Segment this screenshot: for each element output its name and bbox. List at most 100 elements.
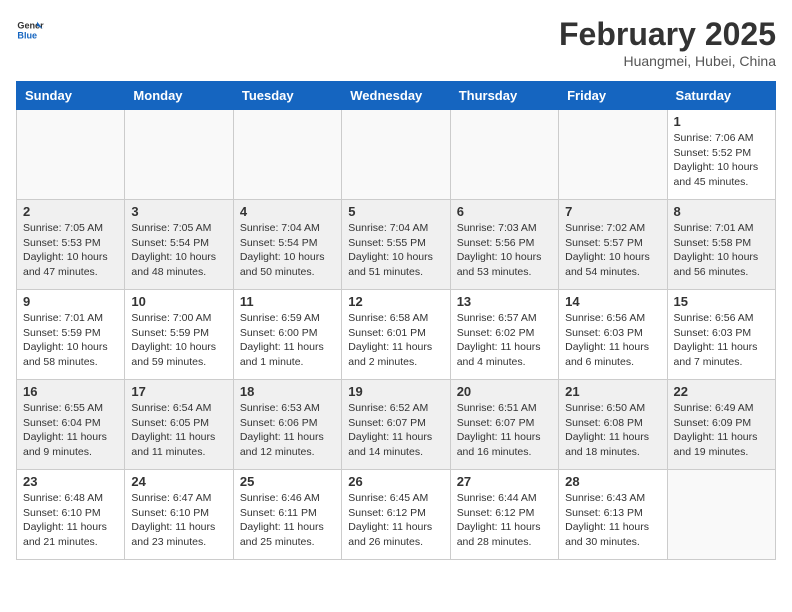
logo-icon: General Blue (16, 16, 44, 44)
day-info: Sunrise: 7:04 AM Sunset: 5:55 PM Dayligh… (348, 221, 443, 280)
day-number: 21 (565, 384, 660, 399)
day-info: Sunrise: 7:05 AM Sunset: 5:54 PM Dayligh… (131, 221, 226, 280)
day-info: Sunrise: 6:51 AM Sunset: 6:07 PM Dayligh… (457, 401, 552, 460)
calendar-cell: 28 Sunrise: 6:43 AM Sunset: 6:13 PM Dayli… (559, 470, 667, 560)
day-info: Sunrise: 6:56 AM Sunset: 6:03 PM Dayligh… (674, 311, 769, 370)
calendar-cell: 5 Sunrise: 7:04 AM Sunset: 5:55 PM Daylig… (342, 200, 450, 290)
calendar-cell: 26 Sunrise: 6:45 AM Sunset: 6:12 PM Dayli… (342, 470, 450, 560)
day-number: 8 (674, 204, 769, 219)
day-info: Sunrise: 6:52 AM Sunset: 6:07 PM Dayligh… (348, 401, 443, 460)
calendar-cell: 14Sunrise: 6:56 AM Sunset: 6:03 PM Dayli… (559, 290, 667, 380)
calendar-cell (667, 470, 775, 560)
day-number: 20 (457, 384, 552, 399)
calendar-cell: 7Sunrise: 7:02 AM Sunset: 5:57 PM Daylig… (559, 200, 667, 290)
calendar-cell: 19 Sunrise: 6:52 AM Sunset: 6:07 PM Dayli… (342, 380, 450, 470)
day-number: 4 (240, 204, 335, 219)
day-info: Sunrise: 7:01 AM Sunset: 5:58 PM Dayligh… (674, 221, 769, 280)
day-header-saturday: Saturday (667, 82, 775, 110)
day-info: Sunrise: 6:56 AM Sunset: 6:03 PM Dayligh… (565, 311, 660, 370)
calendar-header-row: SundayMondayTuesdayWednesdayThursdayFrid… (17, 82, 776, 110)
calendar-cell: 23 Sunrise: 6:48 AM Sunset: 6:10 PM Dayli… (17, 470, 125, 560)
calendar-cell: 17 Sunrise: 6:54 AM Sunset: 6:05 PM Dayli… (125, 380, 233, 470)
day-info: Sunrise: 6:54 AM Sunset: 6:05 PM Dayligh… (131, 401, 226, 460)
calendar-cell: 21 Sunrise: 6:50 AM Sunset: 6:08 PM Dayli… (559, 380, 667, 470)
calendar-cell: 15 Sunrise: 6:56 AM Sunset: 6:03 PM Dayli… (667, 290, 775, 380)
day-number: 13 (457, 294, 552, 309)
title-section: February 2025 Huangmei, Hubei, China (559, 16, 776, 69)
day-info: Sunrise: 6:48 AM Sunset: 6:10 PM Dayligh… (23, 491, 118, 550)
calendar-cell (125, 110, 233, 200)
day-number: 17 (131, 384, 226, 399)
svg-text:Blue: Blue (17, 30, 37, 40)
calendar-cell: 1 Sunrise: 7:06 AM Sunset: 5:52 PM Daylig… (667, 110, 775, 200)
day-info: Sunrise: 7:04 AM Sunset: 5:54 PM Dayligh… (240, 221, 335, 280)
day-number: 15 (674, 294, 769, 309)
day-info: Sunrise: 6:57 AM Sunset: 6:02 PM Dayligh… (457, 311, 552, 370)
day-header-sunday: Sunday (17, 82, 125, 110)
calendar-week-0: 1 Sunrise: 7:06 AM Sunset: 5:52 PM Daylig… (17, 110, 776, 200)
day-number: 19 (348, 384, 443, 399)
calendar-cell: 11Sunrise: 6:59 AM Sunset: 6:00 PM Dayli… (233, 290, 341, 380)
day-number: 22 (674, 384, 769, 399)
calendar-cell: 27 Sunrise: 6:44 AM Sunset: 6:12 PM Dayli… (450, 470, 558, 560)
calendar-cell: 2Sunrise: 7:05 AM Sunset: 5:53 PM Daylig… (17, 200, 125, 290)
location: Huangmei, Hubei, China (559, 53, 776, 69)
day-info: Sunrise: 6:50 AM Sunset: 6:08 PM Dayligh… (565, 401, 660, 460)
calendar-week-3: 16Sunrise: 6:55 AM Sunset: 6:04 PM Dayli… (17, 380, 776, 470)
calendar-cell (342, 110, 450, 200)
calendar-cell: 20 Sunrise: 6:51 AM Sunset: 6:07 PM Dayli… (450, 380, 558, 470)
calendar-cell: 16Sunrise: 6:55 AM Sunset: 6:04 PM Dayli… (17, 380, 125, 470)
day-info: Sunrise: 6:46 AM Sunset: 6:11 PM Dayligh… (240, 491, 335, 550)
day-info: Sunrise: 6:44 AM Sunset: 6:12 PM Dayligh… (457, 491, 552, 550)
calendar-cell: 6 Sunrise: 7:03 AM Sunset: 5:56 PM Daylig… (450, 200, 558, 290)
day-number: 12 (348, 294, 443, 309)
calendar-table: SundayMondayTuesdayWednesdayThursdayFrid… (16, 81, 776, 560)
calendar-cell: 18 Sunrise: 6:53 AM Sunset: 6:06 PM Dayli… (233, 380, 341, 470)
day-header-tuesday: Tuesday (233, 82, 341, 110)
day-number: 1 (674, 114, 769, 129)
calendar-cell (233, 110, 341, 200)
day-header-monday: Monday (125, 82, 233, 110)
calendar-cell: 4 Sunrise: 7:04 AM Sunset: 5:54 PM Daylig… (233, 200, 341, 290)
calendar-week-1: 2Sunrise: 7:05 AM Sunset: 5:53 PM Daylig… (17, 200, 776, 290)
calendar-cell: 3Sunrise: 7:05 AM Sunset: 5:54 PM Daylig… (125, 200, 233, 290)
calendar-cell: 8 Sunrise: 7:01 AM Sunset: 5:58 PM Daylig… (667, 200, 775, 290)
calendar-cell: 12 Sunrise: 6:58 AM Sunset: 6:01 PM Dayli… (342, 290, 450, 380)
day-number: 5 (348, 204, 443, 219)
calendar-cell: 9 Sunrise: 7:01 AM Sunset: 5:59 PM Daylig… (17, 290, 125, 380)
calendar-cell: 10Sunrise: 7:00 AM Sunset: 5:59 PM Dayli… (125, 290, 233, 380)
day-number: 26 (348, 474, 443, 489)
day-number: 11 (240, 294, 335, 309)
day-number: 7 (565, 204, 660, 219)
day-info: Sunrise: 7:00 AM Sunset: 5:59 PM Dayligh… (131, 311, 226, 370)
day-info: Sunrise: 7:06 AM Sunset: 5:52 PM Dayligh… (674, 131, 769, 190)
month-year: February 2025 (559, 16, 776, 53)
calendar-cell: 22Sunrise: 6:49 AM Sunset: 6:09 PM Dayli… (667, 380, 775, 470)
day-number: 23 (23, 474, 118, 489)
calendar-cell: 25Sunrise: 6:46 AM Sunset: 6:11 PM Dayli… (233, 470, 341, 560)
calendar-cell: 24Sunrise: 6:47 AM Sunset: 6:10 PM Dayli… (125, 470, 233, 560)
day-header-wednesday: Wednesday (342, 82, 450, 110)
day-info: Sunrise: 6:43 AM Sunset: 6:13 PM Dayligh… (565, 491, 660, 550)
calendar-cell: 13 Sunrise: 6:57 AM Sunset: 6:02 PM Dayli… (450, 290, 558, 380)
day-number: 27 (457, 474, 552, 489)
day-header-thursday: Thursday (450, 82, 558, 110)
calendar-cell (17, 110, 125, 200)
day-info: Sunrise: 7:03 AM Sunset: 5:56 PM Dayligh… (457, 221, 552, 280)
calendar-cell (450, 110, 558, 200)
page-header: General Blue February 2025 Huangmei, Hub… (16, 16, 776, 69)
logo: General Blue (16, 16, 44, 44)
day-number: 28 (565, 474, 660, 489)
day-info: Sunrise: 6:45 AM Sunset: 6:12 PM Dayligh… (348, 491, 443, 550)
day-info: Sunrise: 6:53 AM Sunset: 6:06 PM Dayligh… (240, 401, 335, 460)
day-number: 16 (23, 384, 118, 399)
calendar-cell (559, 110, 667, 200)
day-number: 6 (457, 204, 552, 219)
day-info: Sunrise: 6:58 AM Sunset: 6:01 PM Dayligh… (348, 311, 443, 370)
day-info: Sunrise: 7:01 AM Sunset: 5:59 PM Dayligh… (23, 311, 118, 370)
calendar-week-2: 9 Sunrise: 7:01 AM Sunset: 5:59 PM Daylig… (17, 290, 776, 380)
day-header-friday: Friday (559, 82, 667, 110)
day-number: 18 (240, 384, 335, 399)
day-number: 9 (23, 294, 118, 309)
day-info: Sunrise: 7:05 AM Sunset: 5:53 PM Dayligh… (23, 221, 118, 280)
